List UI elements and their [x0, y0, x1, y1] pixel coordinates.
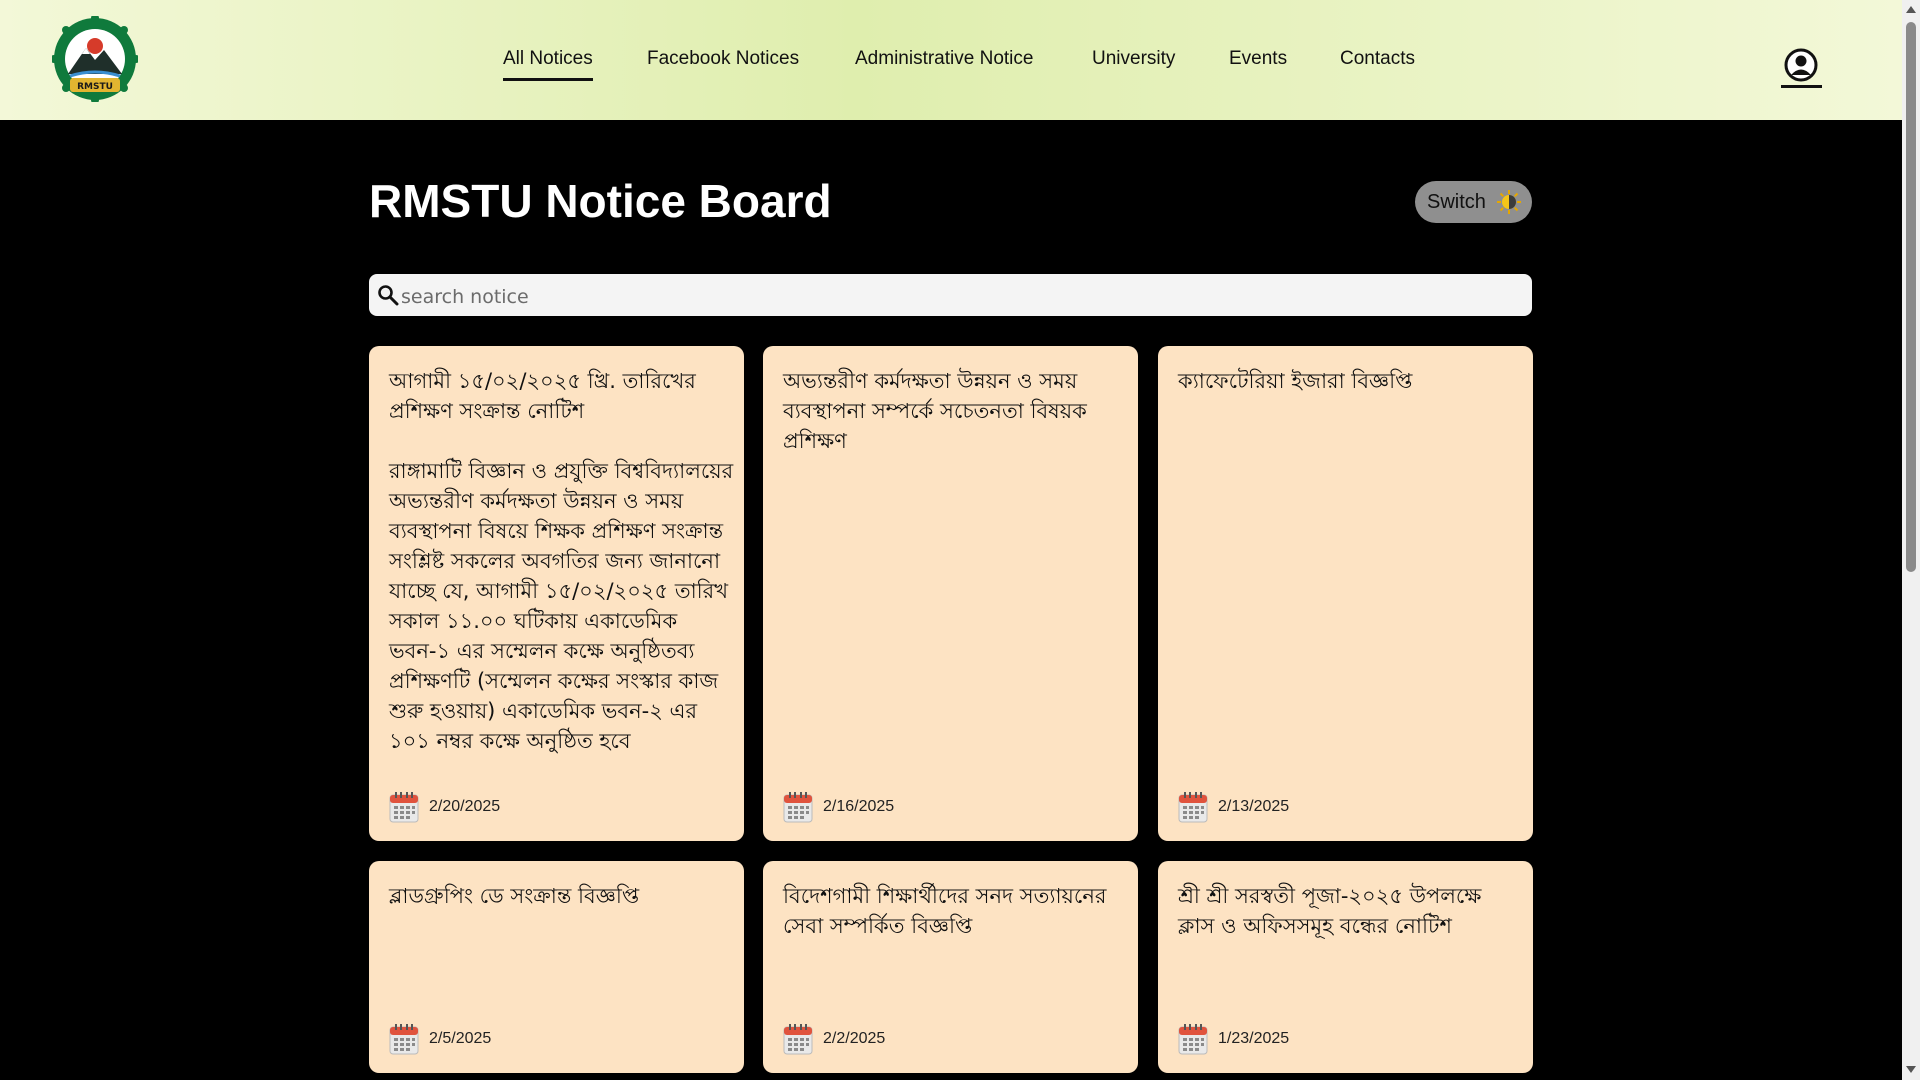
notice-footer: 1/23/2025	[1178, 1023, 1289, 1055]
notice-date: 2/16/2025	[823, 798, 895, 815]
calendar-icon	[389, 1024, 419, 1055]
page-title: RMSTU Notice Board	[369, 175, 832, 227]
notice-footer: 2/2/2025	[783, 1023, 885, 1055]
notice-card[interactable]: শ্রী শ্রী সরস্বতী পূজা-২০২৫ উপলক্ষে ক্লা…	[1158, 861, 1533, 1073]
notice-title: শ্রী শ্রী সরস্বতী পূজা-২০২৫ উপলক্ষে ক্লা…	[1178, 884, 1482, 938]
calendar-icon	[783, 1024, 813, 1055]
scroll-down-arrow-icon[interactable]	[1906, 1066, 1916, 1073]
calendar-icon	[1178, 1024, 1208, 1055]
notice-title: ক্যাফেটেরিয়া ইজারা বিজ্ঞপ্তি	[1178, 369, 1413, 393]
search-icon	[378, 285, 399, 306]
nav-facebook-notices[interactable]: Facebook Notices	[647, 48, 799, 70]
notice-card[interactable]: অভ্যন্তরীণ কর্মদক্ষতা উন্নয়ন ও সময় ব্য…	[763, 346, 1138, 841]
notice-date: 2/13/2025	[1218, 798, 1290, 815]
notice-card[interactable]: বিদেশগামী শিক্ষার্থীদের সনদ সত্যায়নের স…	[763, 861, 1138, 1073]
search-input[interactable]	[401, 274, 1521, 316]
notice-title: বিদেশগামী শিক্ষার্থীদের সনদ সত্যায়নের স…	[783, 884, 1107, 938]
notice-date: 2/2/2025	[823, 1030, 886, 1047]
nav-events[interactable]: Events	[1229, 48, 1287, 70]
notice-footer: 2/20/2025	[389, 791, 500, 823]
notice-card[interactable]: আগামী ১৫/০২/২০২৫ খ্রি. তারিখের প্রশিক্ষণ…	[369, 346, 744, 841]
calendar-icon	[389, 792, 419, 823]
notice-footer: 2/16/2025	[783, 791, 894, 823]
notice-date: 2/20/2025	[429, 798, 501, 815]
calendar-icon	[783, 792, 813, 823]
scroll-up-arrow-icon[interactable]	[1906, 6, 1916, 13]
sun-icon	[1496, 190, 1521, 214]
notice-card[interactable]: ব্লাডগ্রুপিং ডে সংক্রান্ত বিজ্ঞপ্তি 2/5/…	[369, 861, 744, 1073]
search-bar	[369, 274, 1532, 316]
notice-body: রাঙ্গামাটি বিজ্ঞান ও প্রযুক্তি বিশ্ববিদ্…	[389, 459, 734, 753]
nav-administrative-notice[interactable]: Administrative Notice	[855, 48, 1033, 70]
notice-title: আগামী ১৫/০২/২০২৫ খ্রি. তারিখের প্রশিক্ষণ…	[389, 369, 696, 423]
calendar-icon	[1178, 792, 1208, 823]
notice-date: 1/23/2025	[1218, 1030, 1290, 1047]
profile-active-underline	[1781, 85, 1822, 88]
notice-title: ব্লাডগ্রুপিং ডে সংক্রান্ত বিজ্ঞপ্তি	[389, 884, 640, 908]
notice-footer: 2/13/2025	[1178, 791, 1289, 823]
notice-title: অভ্যন্তরীণ কর্মদক্ষতা উন্নয়ন ও সময় ব্য…	[783, 369, 1087, 453]
top-navbar: RMSTU All Notices Facebook Notices Admin…	[0, 0, 1902, 120]
switch-label: Switch	[1427, 190, 1486, 213]
scroll-thumb[interactable]	[1906, 22, 1916, 572]
user-icon[interactable]	[1782, 42, 1820, 88]
nav-university[interactable]: University	[1092, 48, 1175, 70]
main-nav: All Notices Facebook Notices Administrat…	[0, 0, 1902, 120]
nav-all-notices[interactable]: All Notices	[503, 48, 593, 81]
theme-switch-button[interactable]: Switch	[1415, 181, 1532, 223]
notice-date: 2/5/2025	[429, 1030, 492, 1047]
nav-contacts[interactable]: Contacts	[1340, 48, 1415, 70]
notice-footer: 2/5/2025	[389, 1023, 491, 1055]
vertical-scrollbar[interactable]	[1902, 0, 1920, 1080]
notice-card[interactable]: ক্যাফেটেরিয়া ইজারা বিজ্ঞপ্তি 2/13/2025	[1158, 346, 1533, 841]
